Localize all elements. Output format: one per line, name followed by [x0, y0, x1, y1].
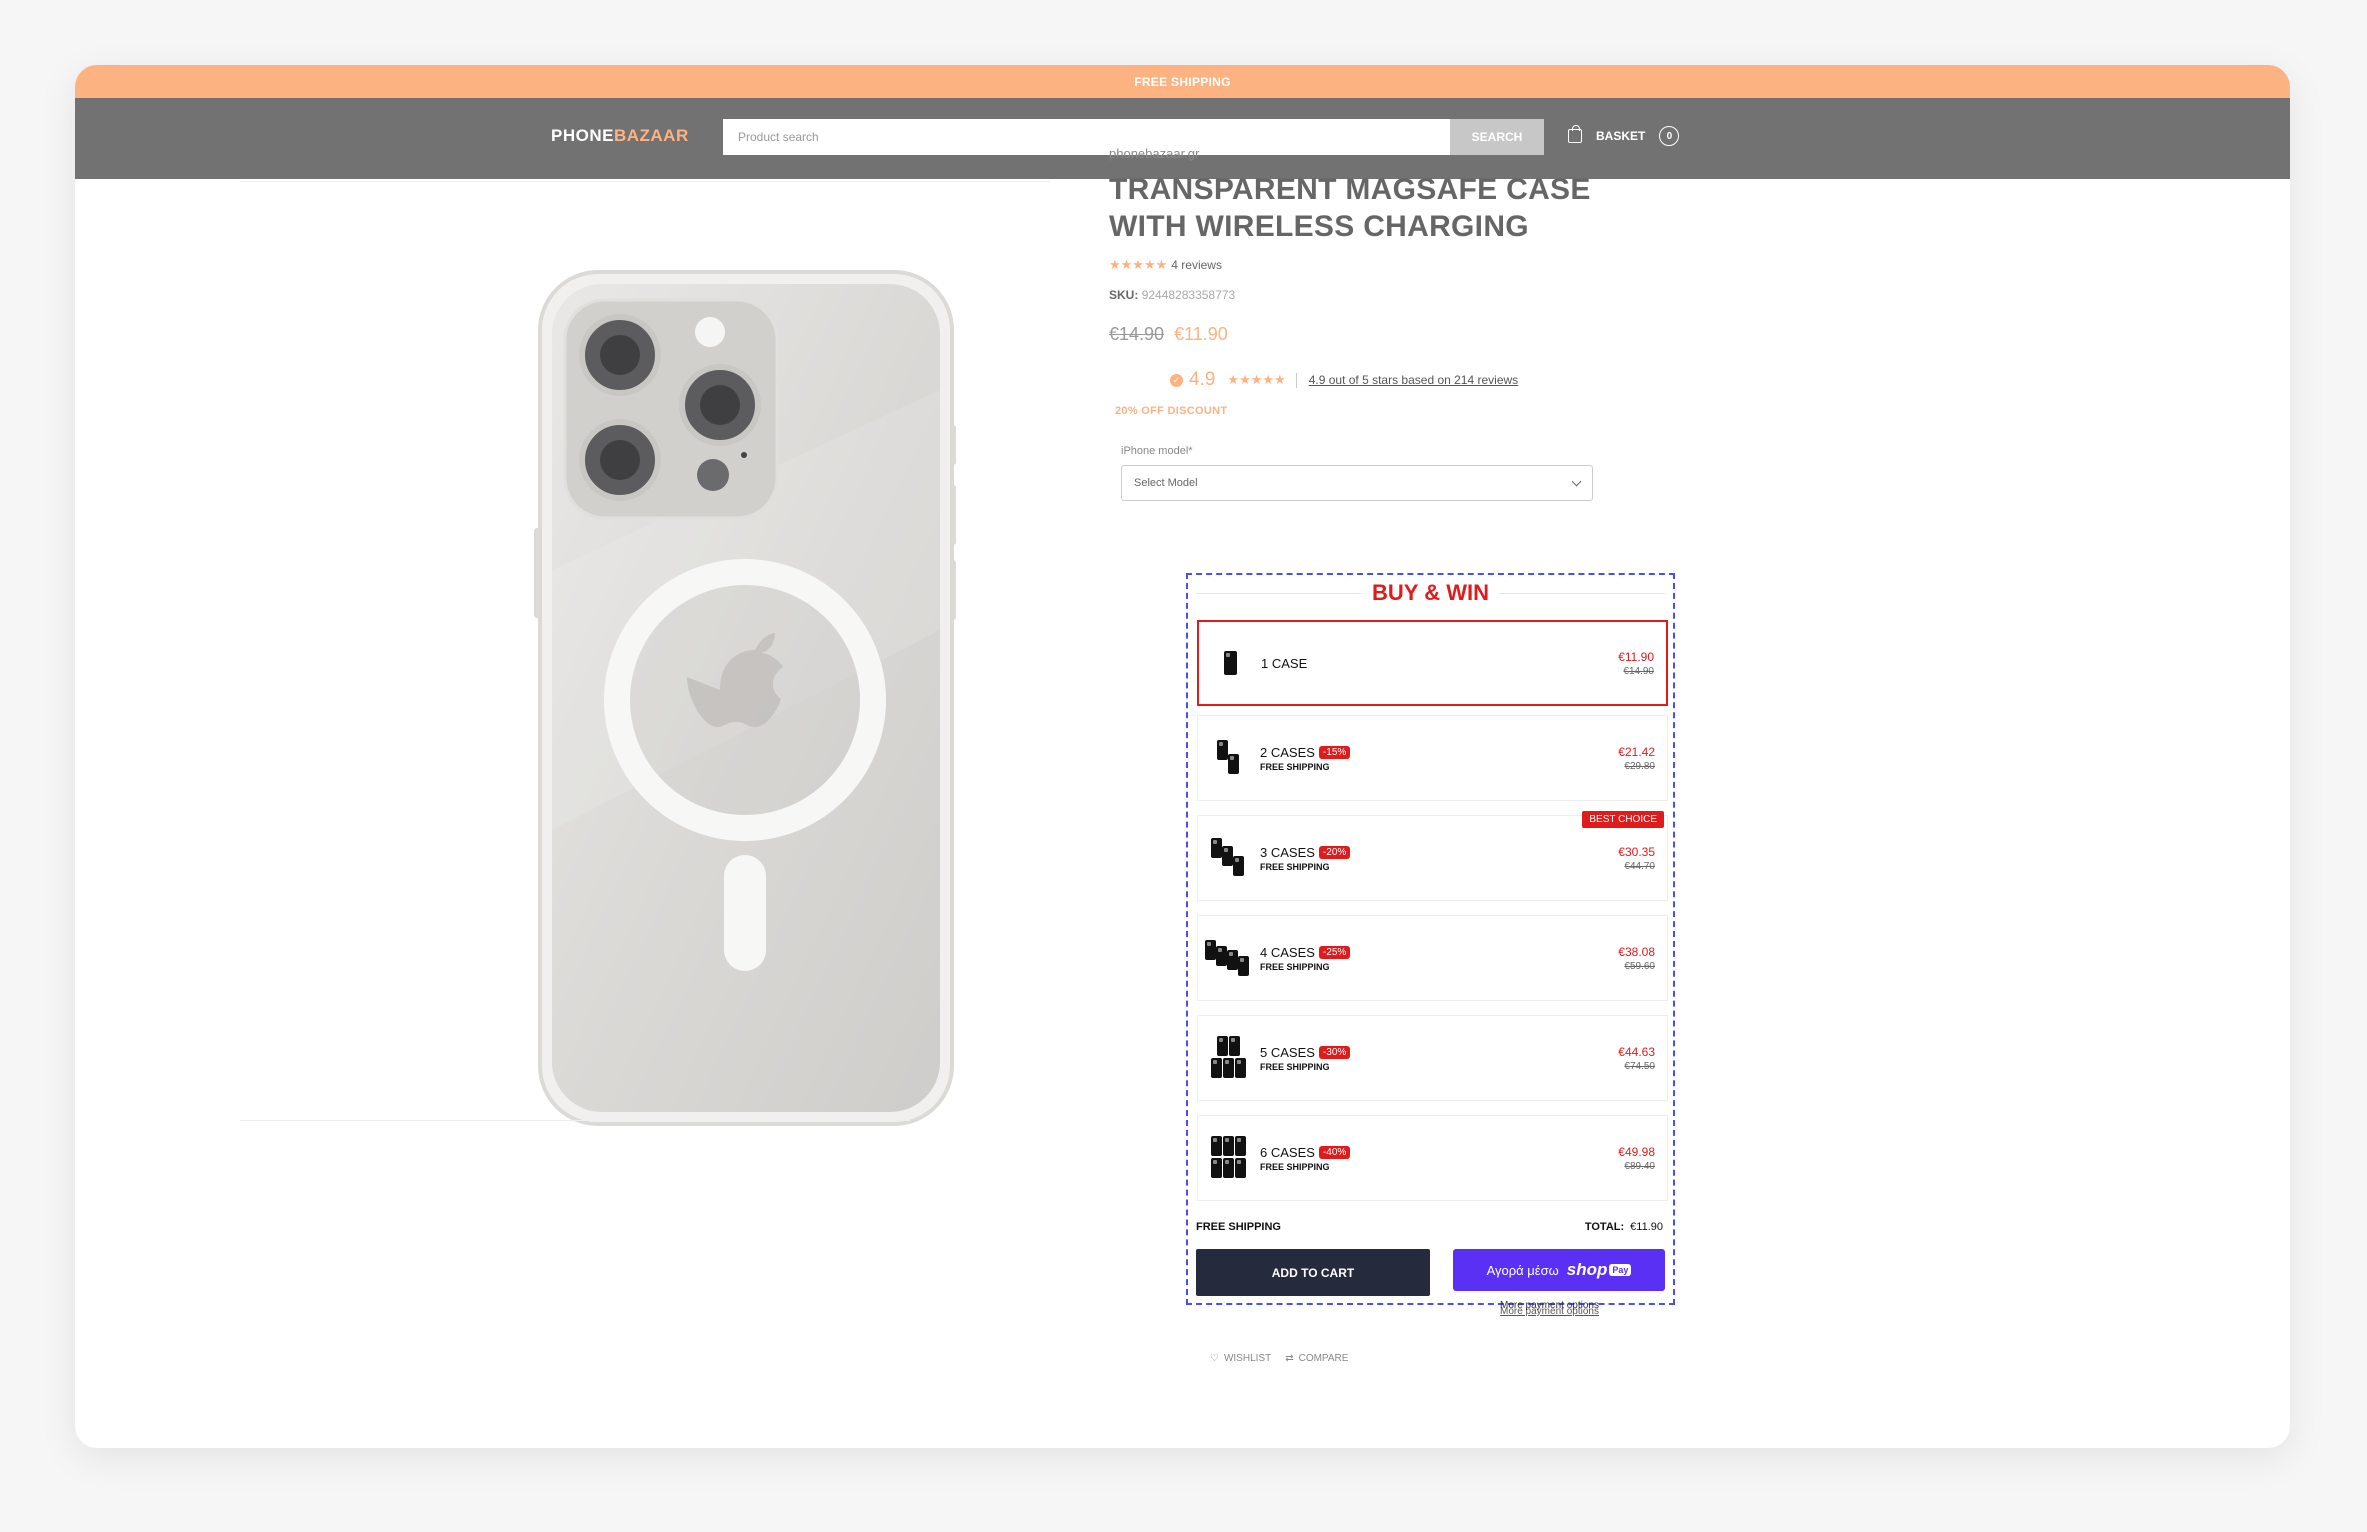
basket-button[interactable]: BASKET 0 [1568, 125, 1680, 146]
image-divider-bottom [240, 1120, 910, 1121]
model-label: iPhone model* [1121, 445, 1193, 457]
discount-label: 20% OFF DISCOUNT [1115, 405, 1228, 417]
product-image[interactable] [530, 270, 960, 1130]
shop-pay-text: Αγορά μέσω [1486, 1262, 1559, 1278]
bundle-offer-box: BUY & WIN 1 CASE €11.90 €14.90 2 CASES -15… [1186, 573, 1675, 1305]
phone-case-icon [1198, 738, 1260, 778]
phone-case-icon [1198, 938, 1260, 978]
bundle-option-name: 2 CASES [1260, 744, 1315, 760]
compare-button[interactable]: ⇄ COMPARE [1285, 1353, 1348, 1364]
logo-text-bazaar: BAZAAR [613, 126, 689, 145]
bundle-option-price: €30.35 [1618, 844, 1655, 859]
bundle-option-price: €21.42 [1618, 744, 1655, 759]
bundle-title: BUY & WIN [1188, 580, 1673, 606]
compare-label: COMPARE [1298, 1353, 1349, 1364]
phone-case-icon [1198, 1136, 1260, 1180]
price-block: €14.90 €11.90 [1109, 324, 1619, 345]
shop-pay-button[interactable]: Αγορά μέσω shop Pay [1453, 1249, 1665, 1291]
free-shipping-label: FREE SHIPPING [1196, 1221, 1281, 1233]
bundle-option-3[interactable]: BEST CHOICE 3 CASES -20% FREE SHIPPING €30… [1197, 811, 1668, 901]
sku-line: SKU: 92448283358773 [1109, 288, 1619, 302]
sale-price: €11.90 [1174, 324, 1228, 344]
bundle-option-old-price: €44.70 [1624, 860, 1655, 872]
bundle-option-old-price: €29.80 [1624, 760, 1655, 772]
bundle-option-shipping: FREE SHIPPING [1260, 961, 1330, 972]
bundle-option-name: 3 CASES [1260, 844, 1315, 860]
discount-badge: -20% [1318, 845, 1351, 859]
model-select-value: Select Model [1134, 477, 1198, 489]
bundle-option-name: 5 CASES [1260, 1044, 1315, 1060]
bundle-title-text: BUY & WIN [1362, 580, 1499, 605]
bundle-option-2[interactable]: 2 CASES -15% FREE SHIPPING €21.42 €29.80 [1197, 715, 1668, 801]
sku-value: 92448283358773 [1141, 288, 1236, 302]
product-brand[interactable]: phonebazaar.gr [1109, 146, 1619, 161]
discount-badge: -30% [1318, 1045, 1351, 1059]
bundle-option-shipping: FREE SHIPPING [1260, 861, 1330, 872]
bundle-option-old-price: €89.40 [1624, 1160, 1655, 1172]
bundle-option-old-price: €59.60 [1624, 960, 1655, 972]
rating-score: 4.9 [1189, 369, 1216, 390]
promo-topbar: FREE SHIPPING [75, 65, 2290, 98]
sku-label: SKU: [1109, 288, 1139, 302]
bundle-option-old-price: €14.90 [1623, 665, 1654, 677]
total-value: €11.90 [1630, 1221, 1663, 1233]
shop-pay-logo: shop [1566, 1260, 1608, 1279]
rating-row: ✓ 4.9 ★★★★★ 4.9 out of 5 stars based on … [1170, 369, 1619, 391]
bundle-option-name: 6 CASES [1260, 1144, 1315, 1160]
bundle-option-shipping: FREE SHIPPING [1260, 1061, 1330, 1072]
wishlist-label: WISHLIST [1223, 1353, 1272, 1364]
phone-case-icon [1199, 651, 1261, 675]
bundle-option-shipping: FREE SHIPPING [1260, 761, 1330, 772]
shop-pay-badge: Pay [1609, 1264, 1632, 1276]
image-divider-top [240, 181, 1050, 182]
product-title-line1: TRANSPARENT MAGSAFE CASE [1109, 173, 1591, 206]
model-select[interactable]: Select Model [1121, 465, 1593, 501]
discount-badge: -40% [1318, 1145, 1351, 1159]
add-to-cart-button[interactable]: ADD TO CART [1196, 1249, 1430, 1296]
verified-check-icon: ✓ [1170, 373, 1183, 387]
rating-link[interactable]: 4.9 out of 5 stars based on 214 reviews [1309, 373, 1518, 387]
bundle-option-price: €49.98 [1618, 1144, 1655, 1159]
product-actions: ♡ WISHLIST ⇄ COMPARE [1210, 1353, 1348, 1364]
basket-count: 0 [1659, 126, 1680, 146]
bundle-footer: FREE SHIPPING TOTAL: €11.90 [1196, 1221, 1663, 1233]
site-logo[interactable]: PHONEBAZAAR [551, 126, 689, 146]
bundle-option-1[interactable]: 1 CASE €11.90 €14.90 [1197, 620, 1668, 706]
product-info: phonebazaar.gr TRANSPARENT MAGSAFE CASE … [1109, 146, 1619, 501]
bundle-option-price: €11.90 [1618, 649, 1654, 664]
product-title-line2: WITH WIRELESS CHARGING [1109, 210, 1529, 243]
bundle-option-old-price: €74.50 [1624, 1060, 1655, 1072]
basket-label: BASKET [1596, 129, 1646, 143]
logo-text-phone: PHONE [551, 126, 614, 145]
product-title: TRANSPARENT MAGSAFE CASE WITH WIRELESS C… [1109, 171, 1619, 245]
star-rating-icon: ★★★★★ [1109, 257, 1168, 272]
bundle-option-5[interactable]: 5 CASES -30% FREE SHIPPING €44.63 €74.50 [1197, 1015, 1668, 1101]
phone-case-icon [1198, 1036, 1260, 1080]
review-summary[interactable]: ★★★★★ 4 reviews [1109, 257, 1619, 273]
bundle-option-price: €44.63 [1618, 1044, 1655, 1059]
bundle-option-name: 1 CASE [1261, 655, 1308, 671]
old-price: €14.90 [1109, 324, 1165, 344]
review-count: 4 reviews [1171, 258, 1222, 272]
bundle-option-4[interactable]: 4 CASES -25% FREE SHIPPING €38.08 €59.60 [1197, 915, 1668, 1001]
shopping-bag-icon [1568, 125, 1582, 143]
wishlist-button[interactable]: ♡ WISHLIST [1210, 1353, 1271, 1364]
rating-separator [1295, 372, 1297, 388]
heart-icon: ♡ [1210, 1353, 1219, 1364]
chevron-down-icon [1571, 476, 1582, 486]
discount-badge: -15% [1318, 745, 1351, 759]
bundle-option-shipping: FREE SHIPPING [1260, 1161, 1330, 1172]
discount-badge: -25% [1318, 945, 1351, 959]
total-line: TOTAL: €11.90 [1585, 1221, 1663, 1233]
bundle-option-price: €38.08 [1618, 944, 1655, 959]
best-choice-badge: BEST CHOICE [1582, 811, 1664, 828]
compare-icon: ⇄ [1285, 1353, 1294, 1364]
total-label: TOTAL: [1584, 1221, 1625, 1233]
more-payment-options-link-overlay[interactable]: More payment options [1500, 1300, 1599, 1311]
bundle-option-name: 4 CASES [1260, 944, 1315, 960]
bundle-option-6[interactable]: 6 CASES -40% FREE SHIPPING €49.98 €89.40 [1197, 1115, 1668, 1201]
rating-stars-icon: ★★★★★ [1227, 372, 1286, 387]
phone-case-icon [1198, 838, 1260, 878]
